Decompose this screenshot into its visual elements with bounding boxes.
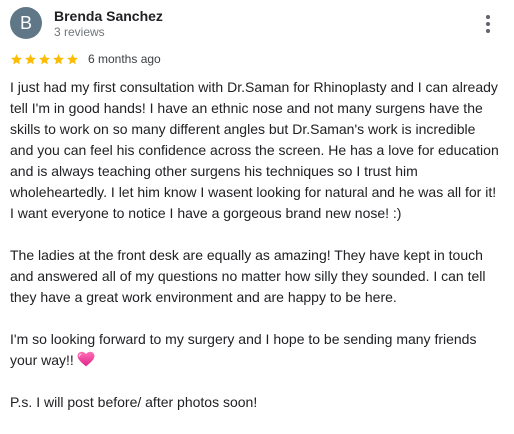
review-count: 3 reviews bbox=[54, 25, 105, 39]
avatar[interactable]: B bbox=[10, 7, 42, 39]
review-line: I'm so looking forward to my surgery and… bbox=[10, 331, 477, 347]
review-line: and is always teaching other surgens his… bbox=[10, 163, 418, 179]
heart-emoji-icon bbox=[77, 351, 95, 367]
review-line: wholeheartedly. I let him know I wasent … bbox=[10, 184, 497, 200]
review-paragraph: I'm so looking forward to my surgery and… bbox=[10, 329, 510, 371]
more-vert-icon bbox=[486, 15, 490, 33]
review-line: I just had my first consultation with Dr… bbox=[10, 79, 498, 95]
review-line: and you can feel his confidence across t… bbox=[10, 142, 499, 158]
review-line: skills to work on so many different angl… bbox=[10, 121, 476, 137]
reviewer-name[interactable]: Brenda Sanchez bbox=[54, 8, 163, 25]
review-text: I just had my first consultation with Dr… bbox=[10, 77, 510, 434]
review-line: I want everyone to notice I have a gorge… bbox=[10, 205, 402, 221]
star-rating bbox=[10, 53, 79, 66]
review-paragraph: The ladies at the front desk are equally… bbox=[10, 245, 510, 308]
review-timestamp: 6 months ago bbox=[88, 52, 161, 66]
review-paragraph: I just had my first consultation with Dr… bbox=[10, 77, 510, 224]
review-card: B Brenda Sanchez 3 reviews 6 months ago … bbox=[0, 0, 514, 410]
review-line: P.s. I will post before/ after photos so… bbox=[10, 394, 258, 410]
more-options-button[interactable] bbox=[476, 12, 500, 36]
review-line: tell I'm in good hands! I have an ethnic… bbox=[10, 100, 483, 116]
star-icon bbox=[66, 53, 79, 66]
review-line: and answered all of my questions no matt… bbox=[10, 268, 486, 284]
review-line: The ladies at the front desk are equally… bbox=[10, 247, 483, 263]
star-icon bbox=[38, 53, 51, 66]
star-icon bbox=[10, 53, 23, 66]
review-line: your way!! bbox=[10, 350, 510, 371]
star-icon bbox=[52, 53, 65, 66]
review-paragraph: P.s. I will post before/ after photos so… bbox=[10, 392, 510, 413]
rating-row: 6 months ago bbox=[10, 51, 161, 67]
star-icon bbox=[24, 53, 37, 66]
review-line: they have a great work environment and a… bbox=[10, 289, 397, 305]
